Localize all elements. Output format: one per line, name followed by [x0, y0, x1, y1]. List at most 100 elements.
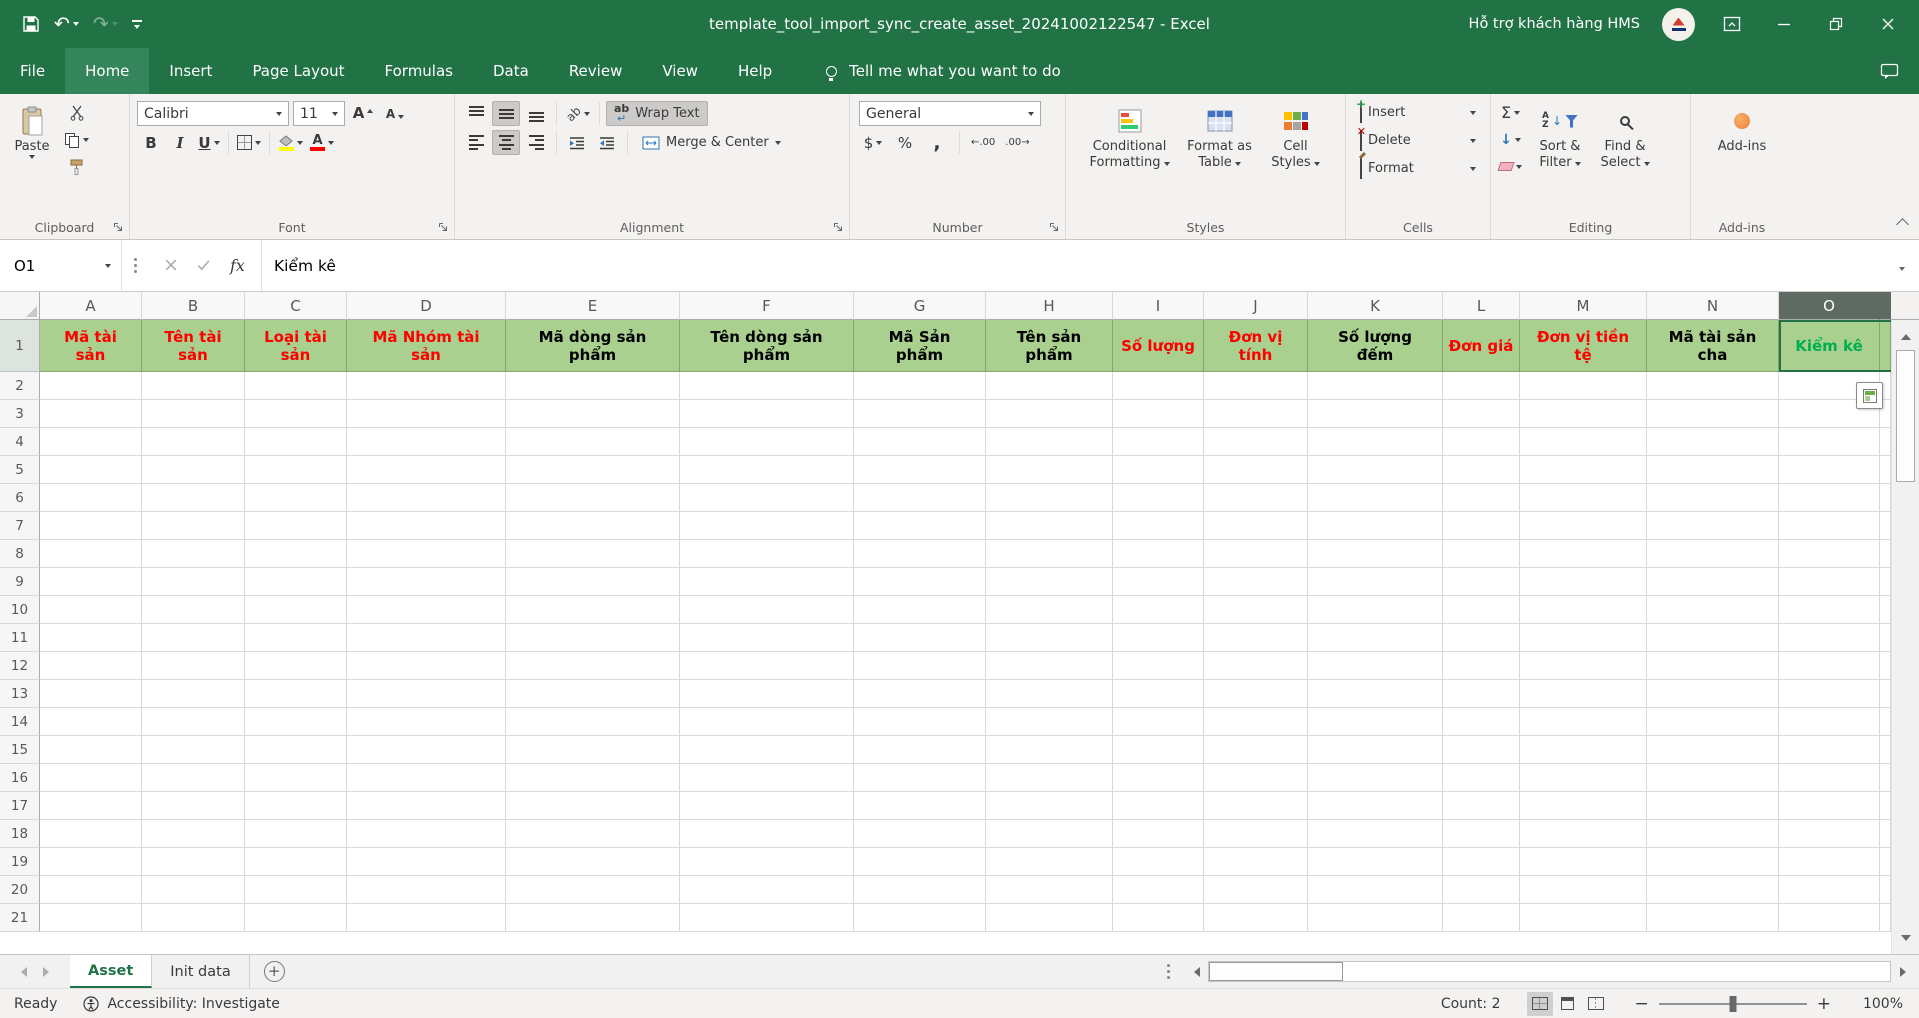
sort-filter-dropdown-icon[interactable] [1575, 162, 1581, 166]
cell-G20[interactable] [854, 876, 986, 904]
horizontal-scrollbar[interactable] [1180, 955, 1919, 988]
row-header-20[interactable]: 20 [0, 876, 40, 904]
column-header-N[interactable]: N [1647, 292, 1779, 320]
tab-file[interactable]: File [0, 48, 65, 94]
cell-A20[interactable] [40, 876, 142, 904]
cell-C3[interactable] [245, 400, 347, 428]
column-header-E[interactable]: E [506, 292, 680, 320]
cell-G19[interactable] [854, 848, 986, 876]
percent-style-button[interactable]: % [891, 130, 919, 155]
cell-I18[interactable] [1113, 820, 1204, 848]
row-header-5[interactable]: 5 [0, 456, 40, 484]
cell-O10[interactable] [1779, 596, 1880, 624]
cell-K3[interactable] [1308, 400, 1443, 428]
cell-J20[interactable] [1204, 876, 1308, 904]
borders-button[interactable] [234, 130, 264, 155]
cell-G10[interactable] [854, 596, 986, 624]
cell-E9[interactable] [506, 568, 680, 596]
cell-E17[interactable] [506, 792, 680, 820]
cell-E18[interactable] [506, 820, 680, 848]
cell-N13[interactable] [1647, 680, 1779, 708]
column-header-L[interactable]: L [1443, 292, 1520, 320]
normal-view-button[interactable] [1527, 992, 1553, 1016]
cell-K1[interactable]: Số lượngđếm [1308, 320, 1443, 372]
cell-I8[interactable] [1113, 540, 1204, 568]
row-header-16[interactable]: 16 [0, 764, 40, 792]
paste-button[interactable]: Paste [3, 98, 61, 216]
cell-D20[interactable] [347, 876, 506, 904]
find-select-dropdown-icon[interactable] [1644, 162, 1650, 166]
cell-F19[interactable] [680, 848, 854, 876]
cell-F16[interactable] [680, 764, 854, 792]
tab-split-handle[interactable] [1167, 955, 1170, 988]
align-center-button[interactable] [492, 130, 520, 155]
format-cells-button[interactable]: Format [1357, 156, 1479, 181]
tab-data[interactable]: Data [473, 48, 549, 94]
cell-M2[interactable] [1520, 372, 1647, 400]
cell-E15[interactable] [506, 736, 680, 764]
cell-M15[interactable] [1520, 736, 1647, 764]
cell-H20[interactable] [986, 876, 1113, 904]
cell-A11[interactable] [40, 624, 142, 652]
cell-A3[interactable] [40, 400, 142, 428]
cell-B3[interactable] [142, 400, 245, 428]
cell-K7[interactable] [1308, 512, 1443, 540]
cell-O5[interactable] [1779, 456, 1880, 484]
minimize-button[interactable] [1769, 9, 1799, 39]
increase-decimal-button[interactable]: ←.00 [968, 130, 998, 155]
cell-E21[interactable] [506, 904, 680, 932]
cut-button[interactable] [61, 100, 92, 125]
align-left-button[interactable] [462, 130, 490, 155]
cell-I1[interactable]: Số lượng [1113, 320, 1204, 372]
cell-B8[interactable] [142, 540, 245, 568]
tab-home[interactable]: Home [65, 48, 149, 94]
conditional-formatting-dropdown-icon[interactable] [1164, 162, 1170, 166]
cell-J21[interactable] [1204, 904, 1308, 932]
cell-E3[interactable] [506, 400, 680, 428]
cell-H18[interactable] [986, 820, 1113, 848]
copy-button[interactable] [61, 127, 92, 152]
cell-A2[interactable] [40, 372, 142, 400]
cell-D9[interactable] [347, 568, 506, 596]
tab-review[interactable]: Review [549, 48, 643, 94]
cell-L11[interactable] [1443, 624, 1520, 652]
cell-D6[interactable] [347, 484, 506, 512]
underline-button[interactable]: U [195, 130, 223, 155]
cell-B6[interactable] [142, 484, 245, 512]
save-button[interactable] [22, 15, 40, 33]
cell-I17[interactable] [1113, 792, 1204, 820]
cell-L17[interactable] [1443, 792, 1520, 820]
cell-D19[interactable] [347, 848, 506, 876]
cell-M6[interactable] [1520, 484, 1647, 512]
count-indicator[interactable]: Count: 2 [1441, 996, 1501, 1012]
cell-C7[interactable] [245, 512, 347, 540]
bold-button[interactable]: B [137, 130, 165, 155]
cell-A15[interactable] [40, 736, 142, 764]
autosum-dropdown-icon[interactable] [1514, 111, 1520, 115]
cell-D2[interactable] [347, 372, 506, 400]
cell-F10[interactable] [680, 596, 854, 624]
cell-F17[interactable] [680, 792, 854, 820]
cell-O4[interactable] [1779, 428, 1880, 456]
cell-A21[interactable] [40, 904, 142, 932]
cell-N1[interactable]: Mã tài sảncha [1647, 320, 1779, 372]
cell-E10[interactable] [506, 596, 680, 624]
cell-N19[interactable] [1647, 848, 1779, 876]
cell-N3[interactable] [1647, 400, 1779, 428]
horizontal-scroll-thumb[interactable] [1209, 962, 1343, 981]
cell-N20[interactable] [1647, 876, 1779, 904]
decrease-indent-button[interactable] [563, 130, 591, 155]
cell-E19[interactable] [506, 848, 680, 876]
cell-J3[interactable] [1204, 400, 1308, 428]
cell-N8[interactable] [1647, 540, 1779, 568]
accounting-dropdown-icon[interactable] [876, 141, 882, 145]
restore-button[interactable] [1821, 9, 1851, 39]
formula-input[interactable]: Kiểm kê [262, 257, 1899, 275]
cell-P1-partial[interactable] [1880, 320, 1891, 372]
cell-K14[interactable] [1308, 708, 1443, 736]
insert-cells-button[interactable]: + Insert [1357, 100, 1479, 125]
zoom-slider-thumb[interactable] [1729, 996, 1736, 1012]
cell-J8[interactable] [1204, 540, 1308, 568]
cell-B11[interactable] [142, 624, 245, 652]
cell-M14[interactable] [1520, 708, 1647, 736]
